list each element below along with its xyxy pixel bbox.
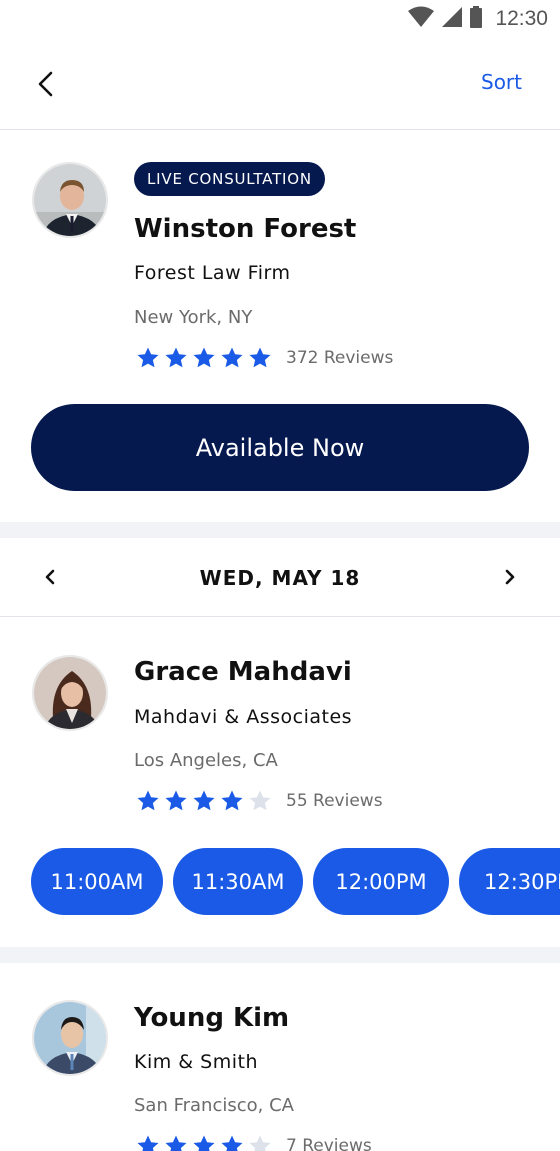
status-icons: 12:30 — [407, 6, 548, 32]
star-icon — [137, 790, 159, 811]
location-text: New York, NY — [134, 307, 253, 328]
signal-icon — [441, 6, 463, 32]
firm-name: Kim & Smith — [134, 1051, 258, 1073]
star-icon — [137, 1135, 159, 1151]
avatar[interactable] — [32, 1000, 108, 1076]
time-slot-button[interactable]: 12:00PM — [313, 848, 449, 915]
rating-row: 55 Reviews — [136, 789, 383, 813]
star-icon — [137, 347, 159, 368]
star-icon — [193, 1135, 215, 1151]
location-text: San Francisco, CA — [134, 1095, 294, 1116]
rating-row: 372 Reviews — [136, 346, 393, 370]
section-divider — [0, 947, 560, 963]
firm-name: Forest Law Firm — [134, 262, 291, 284]
lawyer-name[interactable]: Young Kim — [134, 1003, 289, 1033]
live-consultation-badge: LIVE CONSULTATION — [134, 162, 325, 196]
star-icon — [193, 790, 215, 811]
star-icon — [165, 1135, 187, 1151]
available-now-button[interactable]: Available Now — [31, 404, 529, 491]
review-count[interactable]: 372 Reviews — [286, 348, 393, 368]
status-bar: 12:30 — [0, 0, 560, 40]
app-bar: Sort — [0, 40, 560, 130]
review-count[interactable]: 55 Reviews — [286, 791, 383, 811]
rating-row: 7 Reviews — [136, 1134, 372, 1151]
location-text: Los Angeles, CA — [134, 750, 278, 771]
avatar[interactable] — [32, 655, 108, 731]
star-rating — [136, 789, 272, 813]
star-icon — [193, 347, 215, 368]
star-rating — [136, 346, 272, 370]
star-icon — [221, 1135, 243, 1151]
section-divider — [0, 522, 560, 538]
avatar[interactable] — [32, 162, 108, 238]
battery-icon — [469, 6, 483, 32]
time-slot-button[interactable]: 12:30PM — [459, 848, 560, 915]
lawyer-name[interactable]: Grace Mahdavi — [134, 657, 352, 687]
star-icon — [165, 790, 187, 811]
firm-name: Mahdavi & Associates — [134, 706, 353, 728]
chevron-left-icon — [38, 71, 53, 97]
status-time: 12:30 — [495, 7, 548, 30]
star-icon — [221, 790, 243, 811]
star-icon — [165, 347, 187, 368]
chevron-right-icon — [505, 569, 515, 585]
time-slot-button[interactable]: 11:30AM — [173, 848, 303, 915]
review-count[interactable]: 7 Reviews — [286, 1136, 372, 1151]
star-icon — [249, 790, 271, 811]
time-slot-button[interactable]: 11:00AM — [31, 848, 163, 915]
date-label: WED, MAY 18 — [199, 566, 361, 590]
star-rating — [136, 1134, 272, 1151]
wifi-icon — [407, 6, 435, 32]
star-icon — [249, 347, 271, 368]
date-navigation: WED, MAY 18 — [0, 538, 560, 617]
star-icon — [249, 1135, 271, 1151]
next-date-button[interactable] — [497, 564, 523, 590]
sort-button[interactable]: Sort — [481, 70, 522, 94]
lawyer-name[interactable]: Winston Forest — [134, 214, 356, 244]
back-button[interactable] — [28, 66, 64, 102]
star-icon — [221, 347, 243, 368]
